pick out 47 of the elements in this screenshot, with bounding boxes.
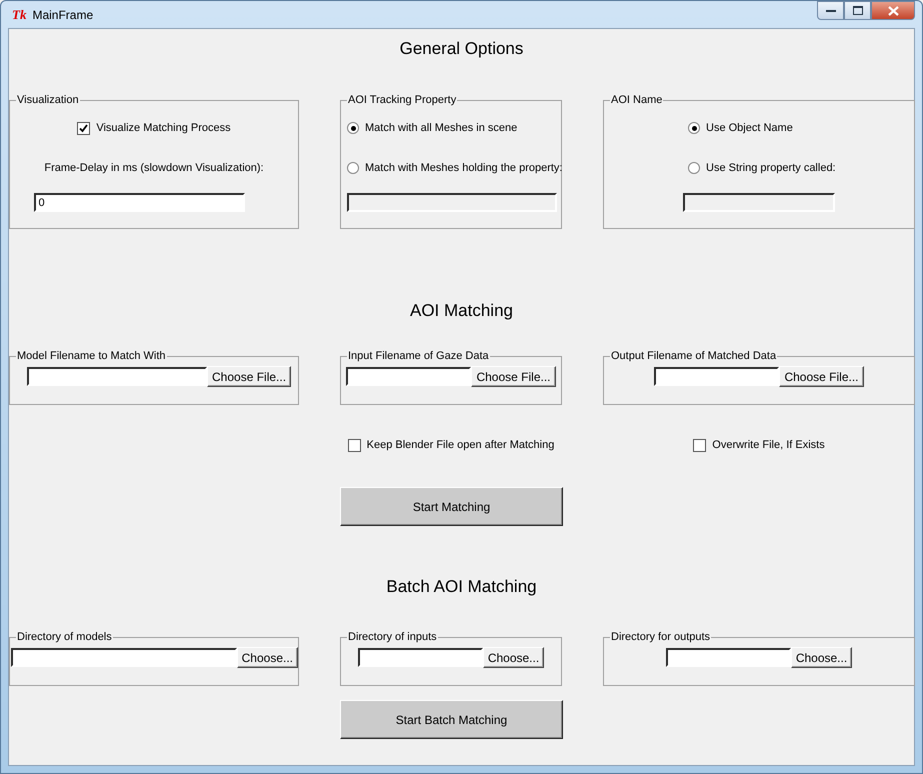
radio-button[interactable] bbox=[688, 162, 700, 174]
field-label: Frame-Delay in ms (slowdown Visualization): bbox=[44, 161, 264, 175]
path-field[interactable] bbox=[666, 648, 791, 667]
window-title: MainFrame bbox=[32, 6, 94, 24]
start-button[interactable]: Start Batch Matching bbox=[340, 700, 563, 739]
checkbox-label: Overwrite File, If Exists bbox=[712, 438, 825, 453]
choose-button[interactable]: Choose... bbox=[790, 647, 852, 668]
choose-button[interactable]: Choose File... bbox=[471, 366, 556, 387]
minimize-icon bbox=[826, 8, 836, 12]
section-heading: Batch AOI Matching bbox=[385, 576, 538, 598]
text-field[interactable]: 0 bbox=[34, 193, 244, 212]
checkbox-label: Keep Blender File open after Matching bbox=[366, 438, 554, 453]
choose-button[interactable]: Choose File... bbox=[207, 366, 292, 387]
maximize-button[interactable] bbox=[844, 1, 871, 20]
section-heading: AOI Matching bbox=[409, 300, 514, 322]
checkbox[interactable] bbox=[693, 438, 706, 452]
path-field[interactable] bbox=[11, 648, 237, 667]
checkbox[interactable] bbox=[77, 122, 90, 134]
radio-label: Use String property called: bbox=[706, 160, 836, 176]
radio-button[interactable] bbox=[347, 162, 359, 174]
radio-label: Match with Meshes holding the property: bbox=[365, 160, 562, 176]
checkbox-label: Visualize Matching Process bbox=[96, 120, 231, 136]
group-label: AOI Tracking Property bbox=[347, 93, 458, 107]
choose-button[interactable]: Choose... bbox=[482, 647, 544, 668]
start-button[interactable]: Start Matching bbox=[340, 487, 563, 526]
group-label: Directory of models bbox=[16, 630, 113, 644]
group-label: Output Filename of Matched Data bbox=[610, 349, 778, 363]
maximize-icon bbox=[852, 6, 862, 15]
path-field[interactable] bbox=[27, 367, 207, 386]
choose-button[interactable]: Choose... bbox=[236, 647, 298, 668]
radio-button[interactable] bbox=[688, 122, 700, 134]
radio-label: Use Object Name bbox=[706, 120, 793, 136]
close-button[interactable] bbox=[871, 1, 915, 20]
app-logo: Tk bbox=[12, 6, 26, 24]
path-field[interactable] bbox=[346, 367, 472, 386]
close-icon bbox=[888, 6, 898, 16]
group-label: Directory for outputs bbox=[610, 630, 712, 644]
minimize-button[interactable] bbox=[817, 1, 844, 20]
group-label: Input Filename of Gaze Data bbox=[347, 349, 490, 363]
path-field[interactable] bbox=[654, 367, 780, 386]
radio-label: Match with all Meshes in scene bbox=[365, 120, 518, 136]
choose-button[interactable]: Choose File... bbox=[779, 366, 864, 387]
path-field[interactable] bbox=[358, 648, 483, 667]
section-heading: General Options bbox=[398, 38, 524, 60]
checkbox[interactable] bbox=[348, 438, 361, 452]
group-label: Directory of inputs bbox=[347, 630, 438, 644]
radio-button[interactable] bbox=[347, 122, 359, 134]
